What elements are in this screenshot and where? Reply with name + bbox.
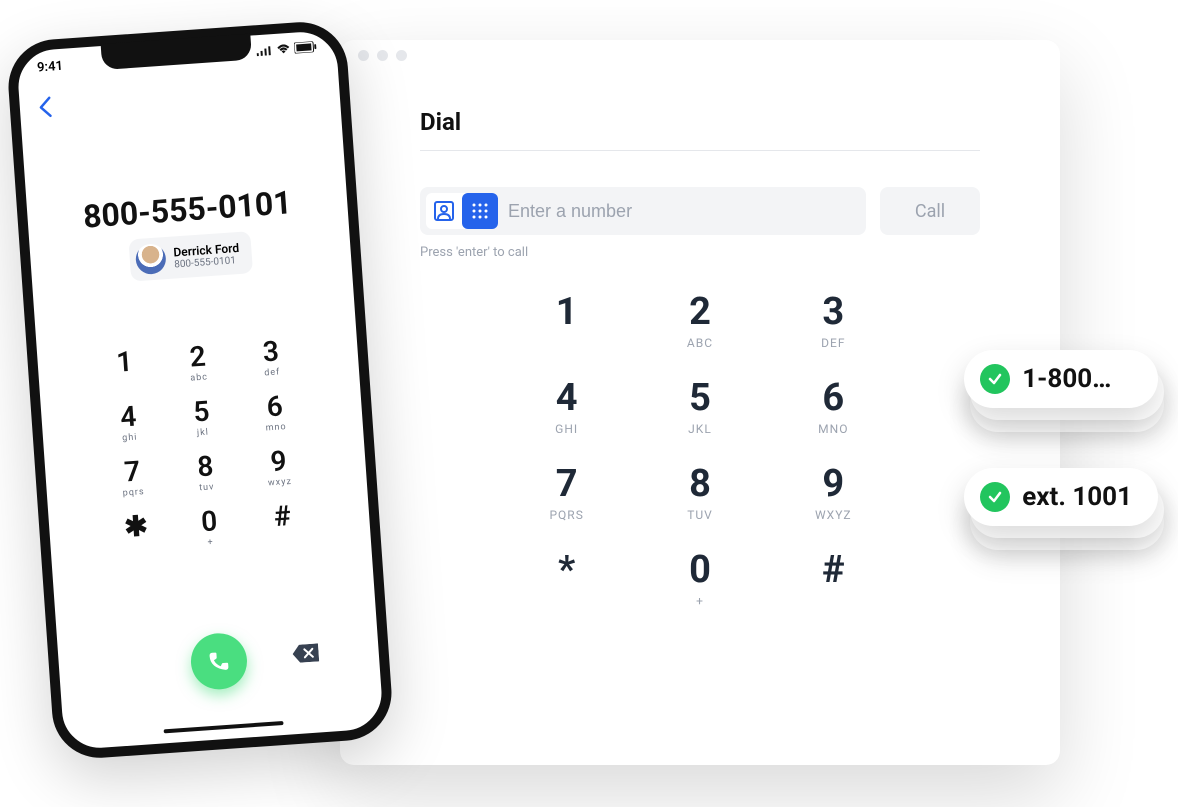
phone-key-0[interactable]: 0+ xyxy=(171,502,247,550)
battery-icon xyxy=(294,41,317,57)
backspace-button[interactable] xyxy=(292,643,319,667)
wifi-icon xyxy=(276,43,291,59)
confirmation-badges: 1-800… ext. 1001 xyxy=(964,350,1158,526)
dial-input-row: Call xyxy=(420,187,980,235)
phone-key-2[interactable]: 2abc xyxy=(160,338,236,386)
check-icon xyxy=(980,364,1010,394)
key-7[interactable]: 7PQRS xyxy=(500,462,633,522)
window-titlebar xyxy=(340,40,1060,70)
extension-confirmed-badge: ext. 1001 xyxy=(964,468,1158,526)
contact-info: Derrick Ford 800-555-0101 xyxy=(173,240,240,270)
phone-key-4[interactable]: 4ghi xyxy=(91,398,167,446)
call-row xyxy=(57,622,380,700)
number-confirmed-badge: 1-800… xyxy=(964,350,1158,408)
phone-key-6[interactable]: 6mno xyxy=(237,387,313,435)
traffic-light-close[interactable] xyxy=(358,50,369,61)
keypad-mode-button[interactable] xyxy=(462,193,498,229)
phone-key-9[interactable]: 9wxyz xyxy=(241,442,317,490)
key-2[interactable]: 2ABC xyxy=(633,290,766,350)
phone-key-3[interactable]: 3def xyxy=(233,332,309,380)
home-indicator[interactable] xyxy=(164,721,284,733)
contact-suggestion-card[interactable]: Derrick Ford 800-555-0101 xyxy=(128,231,252,281)
key-8[interactable]: 8TUV xyxy=(633,462,766,522)
contact-icon xyxy=(433,200,455,222)
key-4[interactable]: 4GHI xyxy=(500,376,633,436)
keypad-icon xyxy=(471,202,489,220)
signal-icon xyxy=(256,44,273,60)
traffic-light-zoom[interactable] xyxy=(396,50,407,61)
contacts-mode-button[interactable] xyxy=(426,193,462,229)
phone-key-1[interactable]: 1 xyxy=(87,343,163,391)
phone-key-star[interactable]: ✱ xyxy=(98,507,174,555)
dial-input-wrapper xyxy=(420,187,866,235)
key-hash[interactable]: # xyxy=(767,548,900,608)
mobile-phone-frame: 9:41 800-555-0101 Derrick Ford 800-555-0… xyxy=(5,19,394,761)
backspace-icon xyxy=(292,643,319,663)
desktop-keypad: 1 2ABC 3DEF 4GHI 5JKL 6MNO 7PQRS 8TUV 9W… xyxy=(500,290,900,608)
window-body: Dial Call xyxy=(340,70,1060,608)
key-0[interactable]: 0+ xyxy=(633,548,766,608)
call-button[interactable] xyxy=(189,631,249,691)
phone-key-hash[interactable]: # xyxy=(245,497,321,545)
phone-key-7[interactable]: 7pqrs xyxy=(94,452,170,500)
dialed-number-display: 800-555-0101 xyxy=(26,179,348,239)
phone-key-8[interactable]: 8tuv xyxy=(168,447,244,495)
status-time: 9:41 xyxy=(37,59,64,76)
key-1[interactable]: 1 xyxy=(500,290,633,350)
key-3[interactable]: 3DEF xyxy=(767,290,900,350)
phone-keypad: 1 2abc 3def 4ghi 5jkl 6mno 7pqrs 8tuv 9w… xyxy=(37,329,371,559)
dialer-window: Dial Call xyxy=(340,40,1060,765)
traffic-light-minimize[interactable] xyxy=(377,50,388,61)
badge-label: ext. 1001 xyxy=(1022,482,1132,512)
call-button-desktop[interactable]: Call xyxy=(880,187,980,235)
key-star[interactable]: * xyxy=(500,548,633,608)
status-icons xyxy=(256,41,317,60)
key-6[interactable]: 6MNO xyxy=(767,376,900,436)
back-button[interactable] xyxy=(37,96,53,123)
phone-key-5[interactable]: 5jkl xyxy=(164,392,240,440)
number-badge-stack: 1-800… xyxy=(964,350,1158,408)
extension-badge-stack: ext. 1001 xyxy=(964,468,1158,526)
phone-number-input[interactable] xyxy=(508,201,860,222)
phone-icon xyxy=(206,649,232,675)
badge-label: 1-800… xyxy=(1022,364,1111,394)
helper-text: Press 'enter' to call xyxy=(420,245,980,260)
avatar xyxy=(135,243,167,275)
key-9[interactable]: 9WXYZ xyxy=(767,462,900,522)
key-5[interactable]: 5JKL xyxy=(633,376,766,436)
page-title: Dial xyxy=(420,108,980,151)
check-icon xyxy=(980,482,1010,512)
input-mode-toggle xyxy=(426,193,498,229)
